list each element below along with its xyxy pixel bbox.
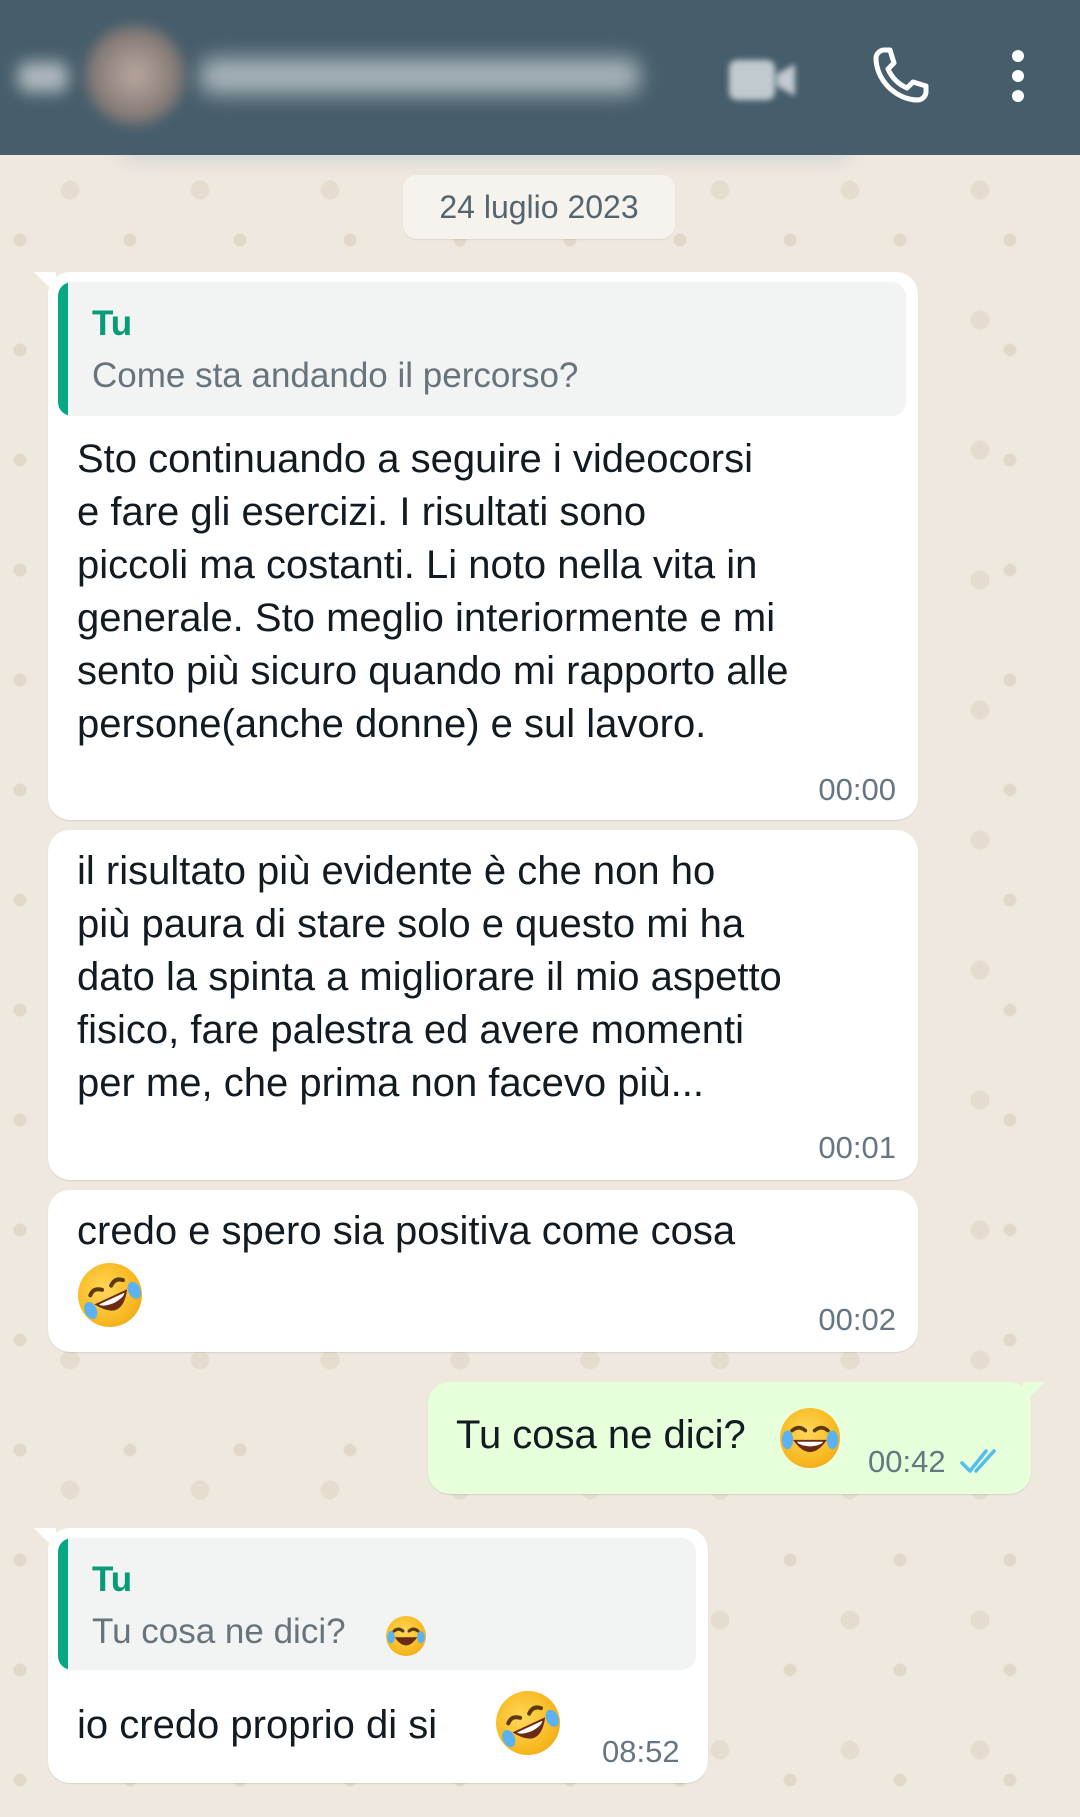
message-bubble-outgoing[interactable]: Tu cosa ne dici? 00:42: [428, 1382, 1045, 1494]
message-bubble-incoming[interactable]: il risultato più evidente è che non ho p…: [48, 830, 918, 1180]
quote-text: Tu cosa ne dici?: [92, 1612, 346, 1651]
message-bubble-incoming[interactable]: Tu Come sta andando il percorso? Sto con…: [34, 272, 918, 820]
message-text: Tu cosa ne dici?: [456, 1413, 746, 1457]
video-call-icon[interactable]: [725, 52, 800, 107]
rolling-on-floor-laughing-emoji: [67, 1252, 153, 1338]
message-time: 00:00: [818, 772, 896, 807]
quoted-message[interactable]: Tu Tu cosa ne dici?: [58, 1538, 696, 1670]
tears-of-joy-emoji: [780, 1408, 840, 1468]
message-time: 00:02: [818, 1302, 896, 1337]
date-separator: 24 luglio 2023: [403, 175, 675, 239]
message-bubble-incoming[interactable]: credo e spero sia positiva come cosa 00:…: [48, 1190, 918, 1352]
message-time: 00:42: [868, 1444, 946, 1479]
quoted-message[interactable]: Tu Come sta andando il percorso?: [58, 282, 906, 416]
phone-icon[interactable]: [868, 44, 932, 108]
quote-text: Come sta andando il percorso?: [92, 356, 579, 395]
quote-author: Tu: [92, 304, 133, 343]
message-time: 08:52: [602, 1734, 680, 1769]
quote-accent-bar: [58, 1538, 68, 1670]
message-text: io credo proprio di si: [77, 1703, 438, 1747]
bubble-tail: [34, 272, 56, 294]
tears-of-joy-emoji: [386, 1616, 426, 1656]
message-time: 00:01: [818, 1130, 896, 1165]
read-receipt-icon: [960, 1449, 996, 1473]
contact-name-blurred[interactable]: [200, 58, 640, 94]
rolling-on-floor-laughing-emoji: [485, 1680, 571, 1766]
avatar[interactable]: [85, 25, 185, 125]
quote-accent-bar: [58, 282, 68, 416]
quote-author: Tu: [92, 1560, 133, 1599]
message-bubble-incoming[interactable]: Tu Tu cosa ne dici? io credo proprio di …: [34, 1528, 708, 1783]
message-text: credo e spero sia positiva come cosa: [77, 1209, 736, 1253]
message-text: il risultato più evidente è che non ho p…: [77, 849, 782, 1105]
bubble-tail: [1023, 1382, 1045, 1404]
message-text: Sto continuando a seguire i videocorsi e…: [77, 437, 789, 746]
chat-header: [0, 0, 1080, 155]
bubble-tail: [34, 1528, 56, 1550]
back-arrow-icon[interactable]: [18, 62, 68, 92]
more-options-icon[interactable]: [1000, 46, 1036, 106]
